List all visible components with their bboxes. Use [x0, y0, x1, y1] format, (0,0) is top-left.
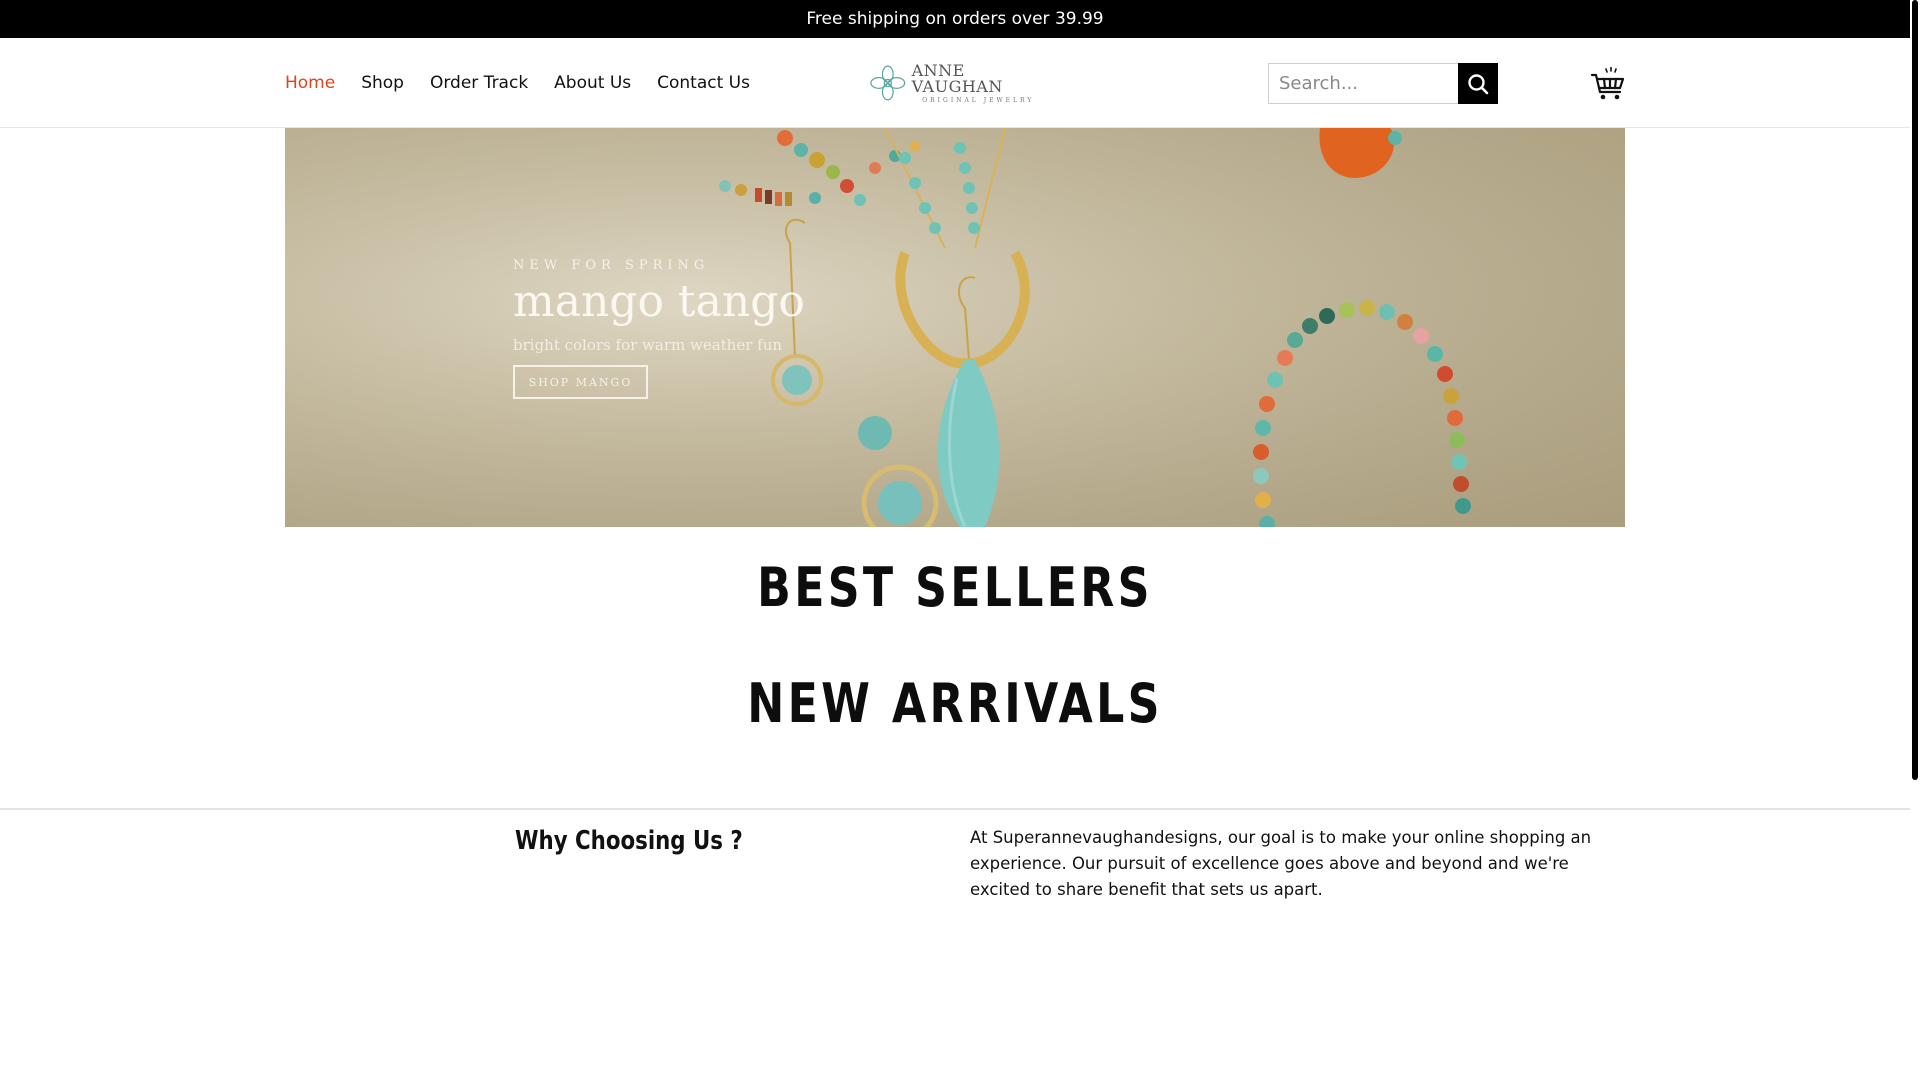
hero-kicker: NEW FOR SPRING: [513, 258, 710, 273]
announcement-bar: Free shipping on orders over 39.99: [0, 0, 1910, 38]
nav-item-shop[interactable]: Shop: [361, 73, 404, 93]
search-form: [1268, 63, 1498, 104]
main-nav: Home Shop Order Track About Us Contact U…: [285, 38, 750, 128]
search-icon: [1468, 73, 1489, 94]
logo-name: ANNE VAUGHAN: [911, 60, 1003, 96]
search-button[interactable]: [1458, 63, 1498, 104]
site-logo[interactable]: ANNE VAUGHAN ORIGINAL JEWELRY: [870, 60, 1045, 106]
cart-icon: [1590, 66, 1625, 100]
new-arrivals-heading: NEW ARRIVALS: [747, 672, 1163, 735]
search-input[interactable]: [1268, 63, 1458, 104]
cart-button[interactable]: [1590, 66, 1626, 102]
nav-item-home[interactable]: Home: [285, 73, 335, 93]
logo-emblem-icon: [870, 65, 906, 101]
hero-subtitle: bright colors for warm weather fun: [513, 336, 783, 354]
nav-item-order-track[interactable]: Order Track: [430, 73, 528, 93]
best-sellers-heading: BEST SELLERS: [757, 556, 1153, 619]
shop-mango-button[interactable]: SHOP MANGO: [513, 365, 648, 399]
why-choose-us-heading: Why Choosing Us ?: [515, 826, 743, 856]
jewelry-photo: [285, 128, 1625, 527]
scrollbar-thumb[interactable]: [1912, 0, 1918, 780]
hero-banner[interactable]: NEW FOR SPRING mango tango bright colors…: [285, 128, 1625, 527]
nav-item-about-us[interactable]: About Us: [554, 73, 631, 93]
site-header: Home Shop Order Track About Us Contact U…: [0, 38, 1910, 128]
section-divider: [0, 808, 1910, 810]
logo-text: ANNE VAUGHAN ORIGINAL JEWELRY: [911, 60, 1045, 104]
hero-title: mango tango: [513, 276, 805, 327]
why-choose-us-text: At Superannevaughandesigns, our goal is …: [970, 828, 1592, 899]
announcement-text: Free shipping on orders over 39.99: [806, 9, 1104, 29]
logo-tagline: ORIGINAL JEWELRY: [922, 96, 1035, 104]
page-scrollbar[interactable]: [1910, 0, 1920, 1080]
nav-item-contact-us[interactable]: Contact Us: [657, 73, 750, 93]
